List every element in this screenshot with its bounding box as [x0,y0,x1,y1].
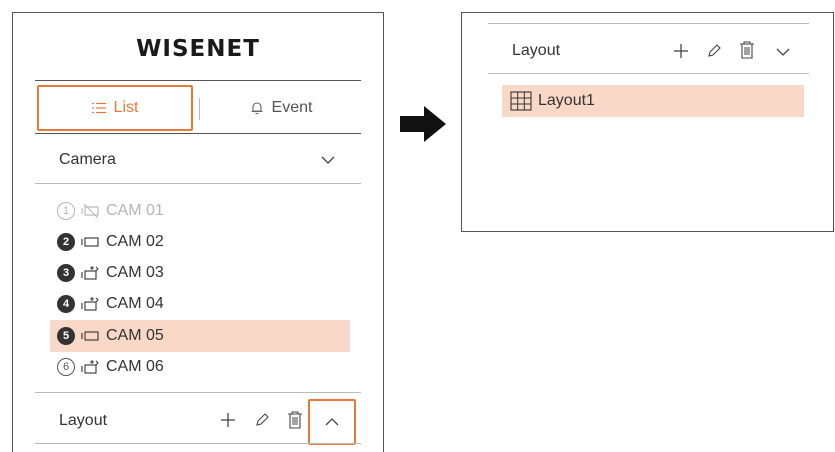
camera-label: CAM 02 [106,233,164,250]
bottom-divider [35,443,361,444]
camera-icon [81,237,99,247]
add-layout-button[interactable] [217,409,239,431]
layout-top-divider [488,23,809,24]
add-layout-button[interactable] [670,40,692,62]
tab-divider [199,98,200,120]
ptz-camera-icon [81,266,99,280]
expand-layout-button[interactable] [772,41,794,63]
add-icon [674,44,688,58]
camera-item[interactable]: 3 CAM 03 [57,258,349,288]
header-divider [35,80,361,81]
tab-event[interactable]: Event [201,85,361,131]
tab-list-label: List [113,99,139,116]
delete-layout-button[interactable] [736,39,758,61]
edit-icon [708,44,721,57]
chevron-down-icon[interactable] [320,155,336,165]
camera-section-title: Camera [59,151,116,168]
camera-label: CAM 04 [106,295,164,312]
camera-item[interactable]: 6 CAM 06 [57,352,349,382]
camera-item[interactable]: 1 CAM 01 [57,196,349,226]
camera-label: CAM 05 [106,327,164,344]
chevron-down-icon [776,48,790,56]
camera-icon [81,331,99,341]
camera-item-selected[interactable]: 5 CAM 05 [50,320,350,352]
edit-layout-button[interactable] [251,409,273,431]
delete-icon [288,411,302,429]
grid-layout-icon [510,91,532,111]
camera-number: 5 [57,327,75,345]
tab-list[interactable]: List [37,85,193,131]
camera-number: 1 [57,202,75,220]
layout-item-label: Layout1 [538,92,595,109]
bell-icon [251,102,263,115]
layout-header-divider [488,73,809,74]
camera-label: CAM 06 [106,358,164,375]
layout-panel: Layout Layout1 [461,12,834,232]
list-icon [91,102,106,114]
camera-section-divider [35,183,361,184]
chevron-up-icon [325,418,339,426]
edit-icon [256,413,269,426]
camera-item[interactable]: 4 CAM 04 [57,289,349,319]
camera-number: 6 [57,358,75,376]
camera-list-panel: WISENET List Event Camera 1 CAM 01 2 CAM… [12,12,384,452]
arrow-right-icon [400,106,446,142]
wisenet-logo: WISENET [136,36,260,62]
layout-panel-title: Layout [512,42,561,59]
add-icon [221,413,235,427]
ptz-camera-icon [81,297,99,311]
camera-number: 3 [57,264,75,282]
camera-number: 4 [57,295,75,313]
delete-layout-button[interactable] [284,409,306,431]
camera-item[interactable]: 2 CAM 02 [57,227,349,257]
camera-label: CAM 03 [106,264,164,281]
tabs-divider [35,133,361,134]
camera-number: 2 [57,233,75,251]
camera-label: CAM 01 [106,202,164,219]
layout-section-title: Layout [59,412,108,429]
camera-disabled-icon [81,203,99,219]
tab-event-label: Event [271,99,313,116]
edit-layout-button[interactable] [703,40,725,62]
layout-item-selected[interactable]: Layout1 [502,85,804,117]
delete-icon [740,41,754,59]
ptz-camera-icon [81,360,99,374]
layout-section-divider [35,392,361,393]
collapse-layout-button[interactable] [308,399,356,445]
